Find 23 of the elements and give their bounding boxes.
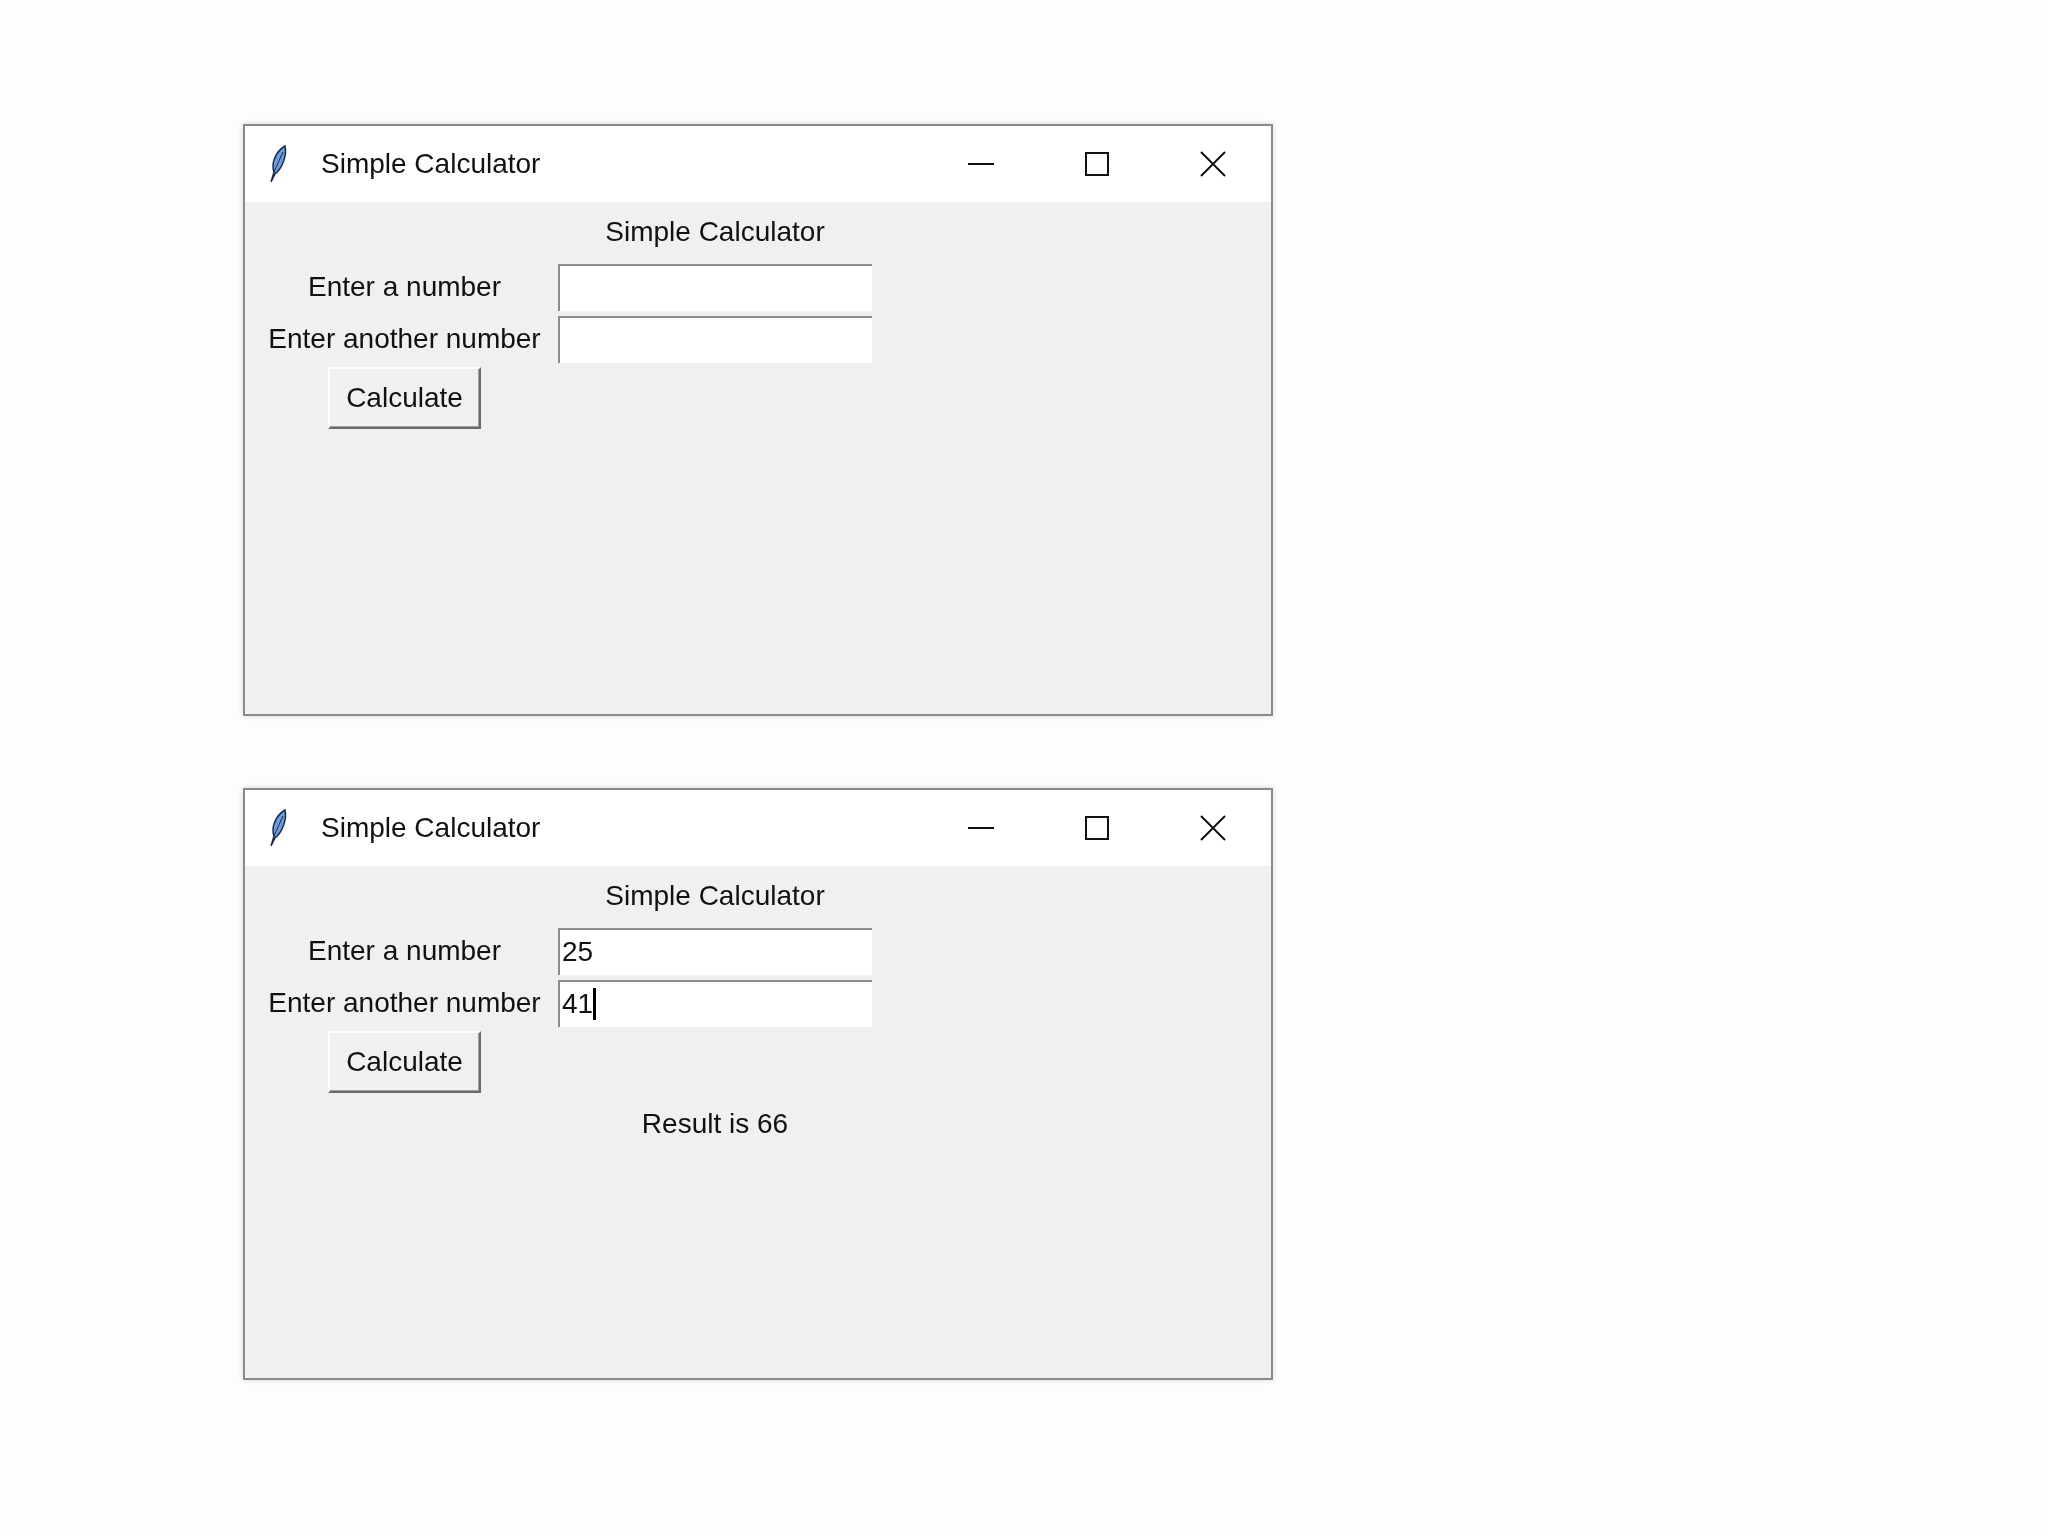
calculate-button[interactable]: Calculate: [328, 1031, 481, 1093]
maximize-icon: [1085, 816, 1109, 840]
maximize-icon: [1085, 152, 1109, 176]
window-title: Simple Calculator: [321, 811, 541, 845]
input-field[interactable]: 25: [558, 927, 872, 975]
app-heading: Simple Calculator: [605, 214, 825, 249]
field-label: Enter a number: [308, 934, 501, 968]
field-label: Enter a number: [308, 270, 501, 304]
minimize-icon: [968, 163, 994, 165]
field-label: Enter another number: [268, 986, 541, 1020]
feather-icon: [267, 808, 289, 848]
close-icon: [1200, 151, 1226, 177]
input-field[interactable]: [558, 263, 872, 311]
result-text: Result is 66: [641, 1107, 789, 1141]
minimize-icon: [968, 827, 994, 829]
close-icon: [1200, 815, 1226, 841]
field-label: Enter another number: [268, 322, 541, 356]
input-field[interactable]: 41: [558, 979, 872, 1027]
app-heading: Simple Calculator: [605, 878, 825, 913]
input-field[interactable]: [558, 315, 872, 363]
window-title: Simple Calculator: [321, 147, 541, 181]
feather-icon: [267, 144, 289, 184]
calculate-button[interactable]: Calculate: [328, 367, 481, 429]
